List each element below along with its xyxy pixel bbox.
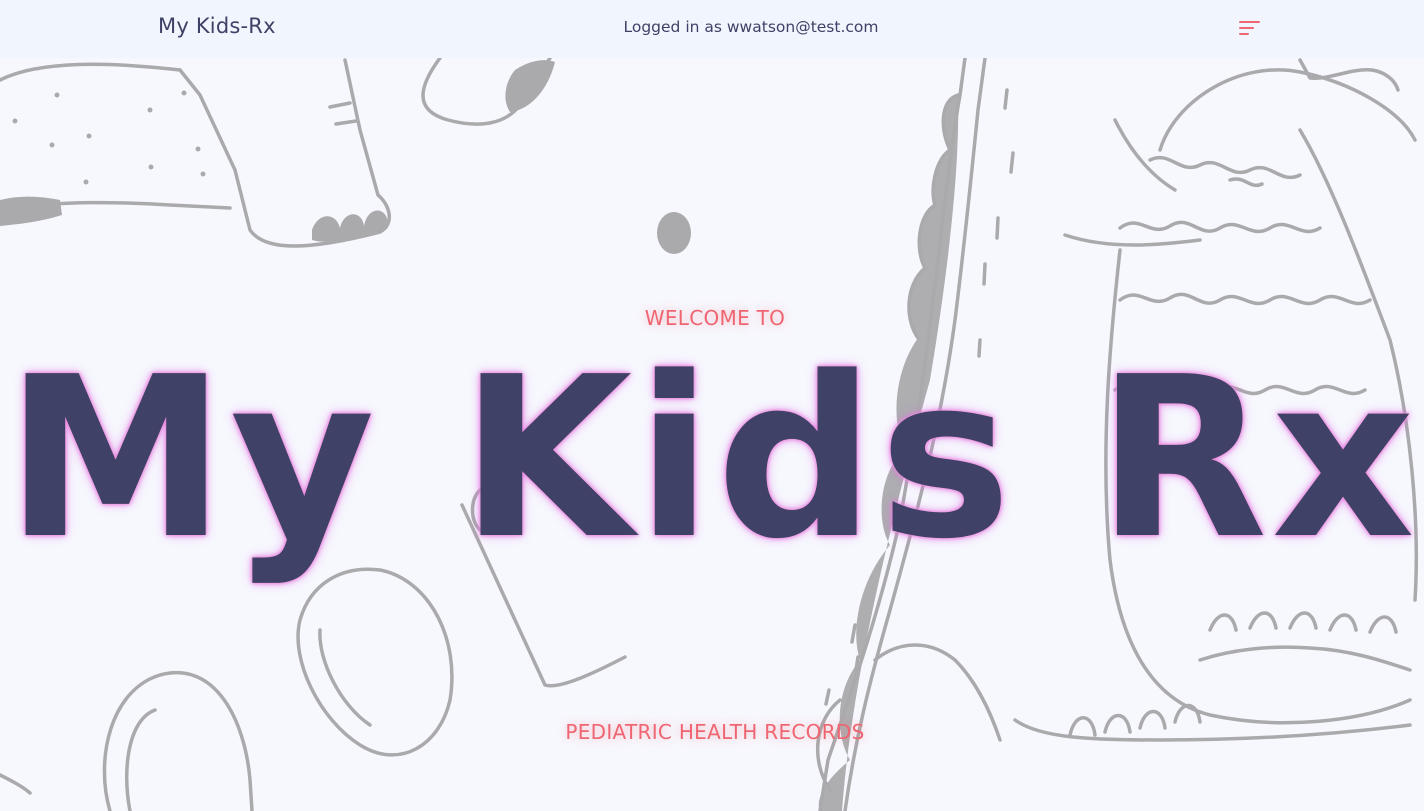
logged-in-user-text: Logged in as wwatson@test.com [623, 18, 879, 36]
welcome-page: My Kids-Rx Logged in as wwatson@test.com [0, 0, 1424, 811]
welcome-kicker: WELCOME TO [644, 306, 786, 330]
menu-lines-icon [1239, 21, 1260, 35]
hero-title: My Kids Rx [5, 330, 1419, 588]
menu-button[interactable] [1232, 14, 1266, 44]
top-navbar: My Kids-Rx Logged in as wwatson@test.com [0, 0, 1424, 58]
hero-subtitle: PEDIATRIC HEALTH RECORDS [565, 720, 865, 744]
